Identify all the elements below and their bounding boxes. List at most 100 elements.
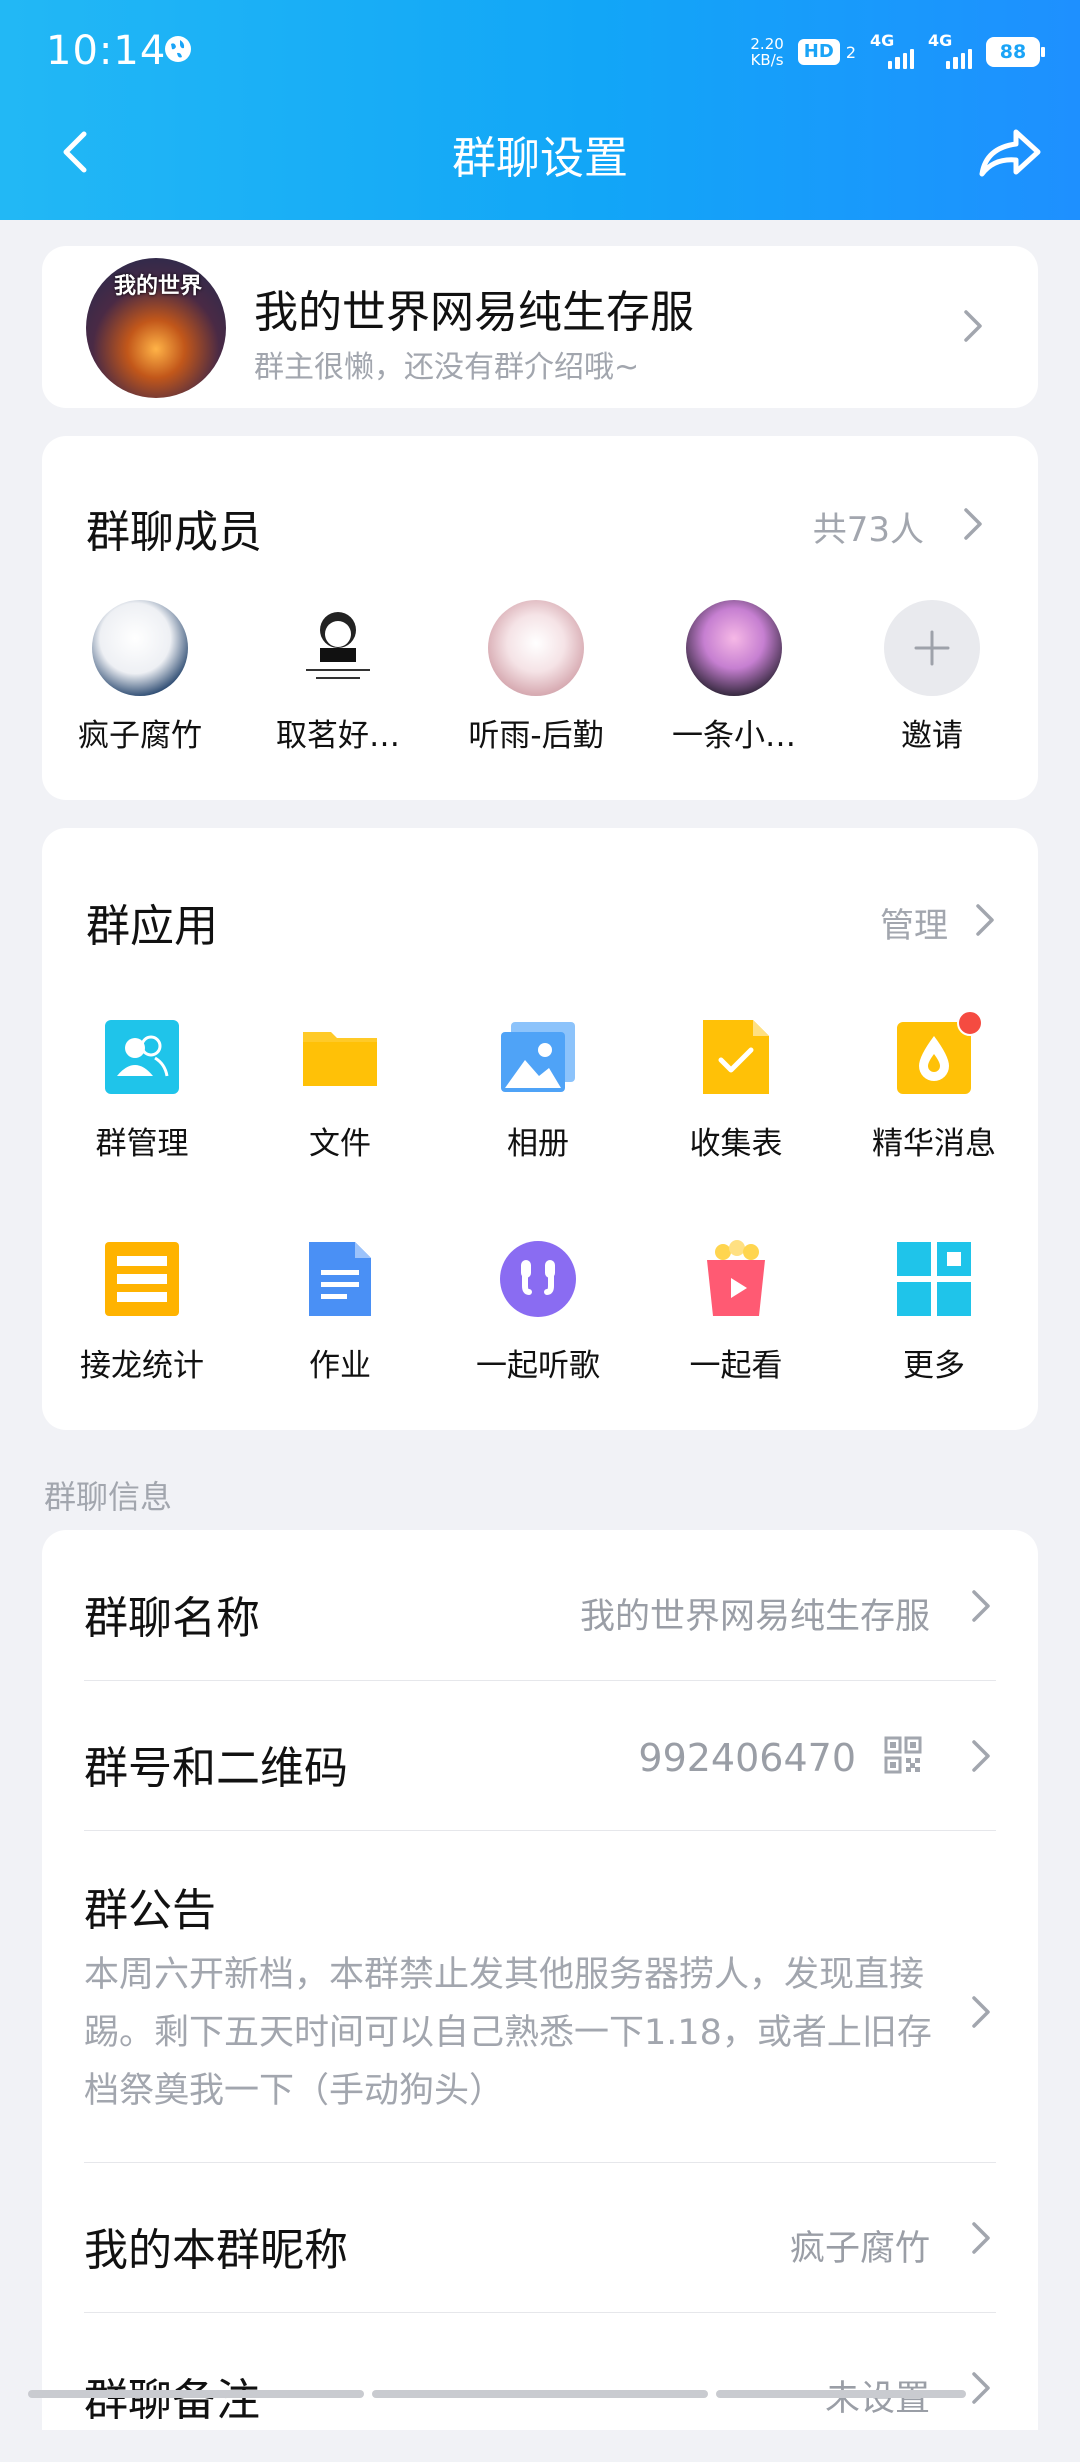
app-watch-together[interactable]: 一起看 <box>636 1240 836 1385</box>
collect-form-icon <box>697 1018 775 1096</box>
group-name: 我的世界网易纯生存服 <box>254 287 694 338</box>
group-name-row[interactable]: 群聊名称 我的世界网易纯生存服 <box>84 1530 996 1681</box>
hd-icon: HD <box>797 39 840 65</box>
member-item[interactable]: 听雨-后勤 <box>436 600 636 755</box>
battery-icon: 88 <box>986 37 1045 67</box>
app-relay-stats[interactable]: 接龙统计 <box>42 1240 242 1385</box>
apps-manage-link[interactable]: 管理 <box>880 898 948 947</box>
signal-icon-1: 4G <box>870 31 914 69</box>
gesture-bar <box>372 2390 708 2398</box>
app-more[interactable]: 更多 <box>834 1240 1034 1385</box>
signal-1-label: 4G <box>870 31 895 50</box>
hd-sub: 2 <box>845 42 856 62</box>
group-info-section-label: 群聊信息 <box>44 1478 173 1516</box>
apps-title: 群应用 <box>86 901 218 952</box>
group-name-title: 群聊名称 <box>84 1593 260 1644</box>
app-label: 文件 <box>309 1126 371 1162</box>
app-collect-form[interactable]: 收集表 <box>636 1018 836 1163</box>
member-item[interactable]: 疯子腐竹 <box>40 600 240 755</box>
net-speed-unit: KB/s <box>750 51 784 69</box>
app-label: 收集表 <box>689 1126 783 1162</box>
invite-label: 邀请 <box>901 718 963 754</box>
status-indicators: 2.20 KB/s HD 2 4G 4G 88 <box>750 30 1045 74</box>
gesture-bar <box>716 2390 966 2398</box>
member-count[interactable]: 共73人 <box>813 502 924 551</box>
app-homework[interactable]: 作业 <box>240 1240 440 1385</box>
essence-icon <box>895 1010 983 1096</box>
group-profile-card[interactable]: 我的世界 我的世界网易纯生存服 群主很懒，还没有群介绍哦~ <box>42 246 1038 408</box>
app-label: 接龙统计 <box>80 1348 204 1384</box>
app-album[interactable]: 相册 <box>438 1018 638 1163</box>
app-label: 一起听歌 <box>476 1348 600 1384</box>
chevron-right-icon[interactable] <box>974 902 996 938</box>
group-info-card: 群聊名称 我的世界网易纯生存服 群号和二维码 992406470 群公告 本周六… <box>42 1530 1038 2430</box>
my-nickname-row[interactable]: 我的本群昵称 疯子腐竹 <box>84 2162 996 2313</box>
my-nickname-title: 我的本群昵称 <box>84 2225 348 2276</box>
homework-icon <box>301 1240 379 1318</box>
chevron-right-icon <box>972 1740 990 1772</box>
group-description: 群主很懒，还没有群介绍哦~ <box>254 350 640 385</box>
app-files[interactable]: 文件 <box>240 1018 440 1163</box>
member-name: 听雨-后勤 <box>468 718 604 754</box>
chevron-right-icon[interactable] <box>962 506 984 542</box>
app-label: 相册 <box>507 1126 569 1162</box>
group-name-value: 我的世界网易纯生存服 <box>579 1597 930 1637</box>
app-group-manage[interactable]: 群管理 <box>42 1018 242 1163</box>
members-title: 群聊成员 <box>86 507 262 558</box>
member-avatar <box>290 600 386 696</box>
header: 10:14 2.20 KB/s HD 2 4G 4G 88 群聊设置 <box>0 0 1080 220</box>
qr-code-icon[interactable] <box>884 1736 922 1774</box>
status-time: 10:14 <box>46 28 167 74</box>
group-avatar: 我的世界 <box>86 258 226 398</box>
group-manage-icon <box>103 1018 181 1096</box>
app-essence[interactable]: 精华消息 <box>834 1010 1034 1163</box>
app-label: 作业 <box>309 1348 371 1384</box>
my-nickname-value: 疯子腐竹 <box>789 2229 930 2269</box>
listen-together-icon <box>499 1240 577 1318</box>
notification-badge <box>957 1010 983 1036</box>
group-notice-row[interactable]: 群公告 本周六开新档，本群禁止发其他服务器捞人，发现直接踢。剩下五天时间可以自己… <box>84 1830 996 2163</box>
member-name: 取茗好… <box>276 718 400 754</box>
watch-together-icon <box>697 1240 775 1318</box>
invite-avatar <box>884 600 980 696</box>
chevron-right-icon <box>972 1590 990 1622</box>
group-avatar-text: 我的世界 <box>114 274 203 299</box>
group-id-row[interactable]: 群号和二维码 992406470 <box>84 1680 996 1831</box>
chevron-right-icon <box>972 2372 990 2404</box>
net-speed-value: 2.20 <box>750 35 784 53</box>
group-apps-card: 群应用 管理 群管理 文件 相册 收集表 精华消息 接龙统计 作业 一起听歌 一… <box>42 828 1038 1430</box>
chevron-right-icon <box>964 310 982 342</box>
group-notice-text: 本周六开新档，本群禁止发其他服务器捞人，发现直接踢。剩下五天时间可以自己熟悉一下… <box>84 1955 932 2111</box>
relay-stats-icon <box>103 1240 181 1318</box>
share-button[interactable] <box>976 122 1044 182</box>
group-notice-title: 群公告 <box>84 1885 216 1936</box>
app-label: 群管理 <box>95 1126 189 1162</box>
invite-item[interactable]: 邀请 <box>832 600 1032 755</box>
member-item[interactable]: 一条小… <box>634 600 834 755</box>
plus-icon <box>914 630 950 666</box>
group-id-value: 992406470 <box>638 1736 856 1780</box>
signal-2-label: 4G <box>928 31 953 50</box>
nav-bar: 群聊设置 <box>0 100 1080 210</box>
app-label: 一起看 <box>689 1348 783 1384</box>
app-label: 精华消息 <box>872 1126 996 1162</box>
member-name: 疯子腐竹 <box>78 718 202 754</box>
member-avatar <box>488 600 584 696</box>
gesture-bar <box>28 2390 364 2398</box>
more-apps-icon <box>895 1240 973 1318</box>
page-title: 群聊设置 <box>452 133 628 184</box>
group-id-title: 群号和二维码 <box>84 1743 348 1794</box>
photo-album-icon <box>499 1018 577 1096</box>
member-avatar <box>92 600 188 696</box>
folder-icon <box>301 1018 379 1096</box>
members-card: 群聊成员 共73人 疯子腐竹 取茗好… 听雨-后勤 一条小… 邀请 <box>42 436 1038 800</box>
signal-icon-2: 4G <box>928 31 972 69</box>
app-listen-together[interactable]: 一起听歌 <box>438 1240 638 1385</box>
chevron-right-icon <box>972 2222 990 2254</box>
app-label: 更多 <box>903 1348 965 1384</box>
chevron-right-icon <box>972 1996 990 2028</box>
status-bar: 10:14 2.20 KB/s HD 2 4G 4G 88 <box>0 0 1080 100</box>
member-item[interactable]: 取茗好… <box>238 600 438 755</box>
globe-icon <box>165 36 191 62</box>
group-remark-row[interactable]: 群聊备注 未设置 <box>84 2312 996 2462</box>
